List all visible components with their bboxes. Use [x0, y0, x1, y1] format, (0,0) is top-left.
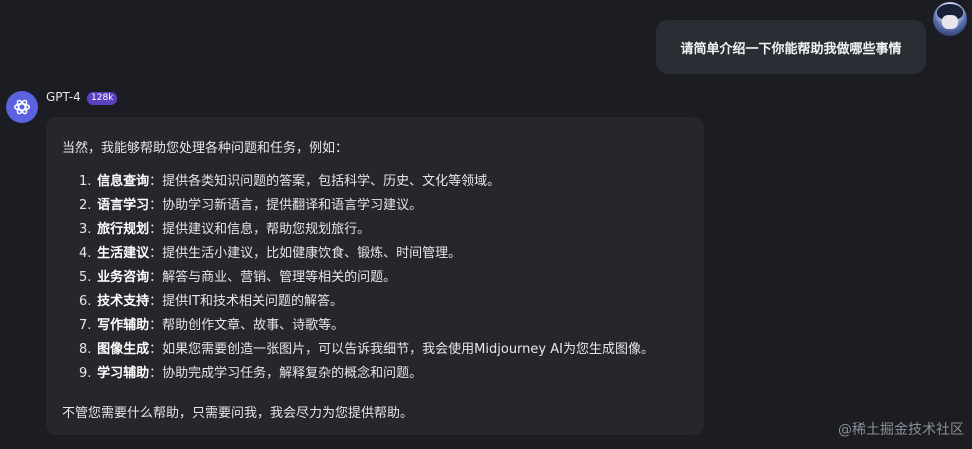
list-item: 9. 学习辅助：协助完成学习任务，解释复杂的概念和问题。	[79, 366, 423, 381]
list-item: 1. 信息查询：提供各类知识问题的答案，包括科学、历史、文化等领域。	[79, 174, 501, 189]
list-item: 4. 生活建议：提供生活小建议，比如健康饮食、锻炼、时间管理。	[79, 246, 462, 261]
user-message-text: 请简单介绍一下你能帮助我做哪些事情	[680, 41, 902, 57]
capability-list: 1. 信息查询：提供各类知识问题的答案，包括科学、历史、文化等领域。 2. 语言…	[79, 172, 654, 388]
list-item: 6. 技术支持：提供IT和技术相关问题的解答。	[79, 294, 343, 309]
assistant-intro: 当然，我能够帮助您处理各种问题和任务，例如：	[62, 141, 349, 156]
list-item: 2. 语言学习：协助学习新语言，提供翻译和语言学习建议。	[79, 198, 423, 213]
list-item: 8. 图像生成：如果您需要创造一张图片，可以告诉我细节，我会使用Midjourn…	[79, 342, 654, 357]
assistant-message-bubble: 当然，我能够帮助您处理各种问题和任务，例如： 1. 信息查询：提供各类知识问题的…	[46, 117, 704, 435]
list-item: 7. 写作辅助：帮助创作文章、故事、诗歌等。	[79, 318, 345, 333]
assistant-name: GPT-4	[46, 90, 81, 104]
watermark: @稀土掘金技术社区	[838, 422, 964, 438]
assistant-outro: 不管您需要什么帮助，只需要问我，我会尽力为您提供帮助。	[62, 406, 414, 421]
user-avatar[interactable]	[933, 2, 967, 36]
user-message-bubble: 请简单介绍一下你能帮助我做哪些事情	[656, 20, 926, 74]
list-item: 3. 旅行规划：提供建议和信息，帮助您规划旅行。	[79, 222, 371, 237]
openai-logo-icon	[6, 91, 38, 123]
openai-knot-icon	[13, 99, 31, 115]
context-badge: 128k	[87, 92, 118, 105]
avatar-face	[942, 15, 958, 29]
list-item: 5. 业务咨询：解答与商业、营销、管理等相关的问题。	[79, 270, 397, 285]
